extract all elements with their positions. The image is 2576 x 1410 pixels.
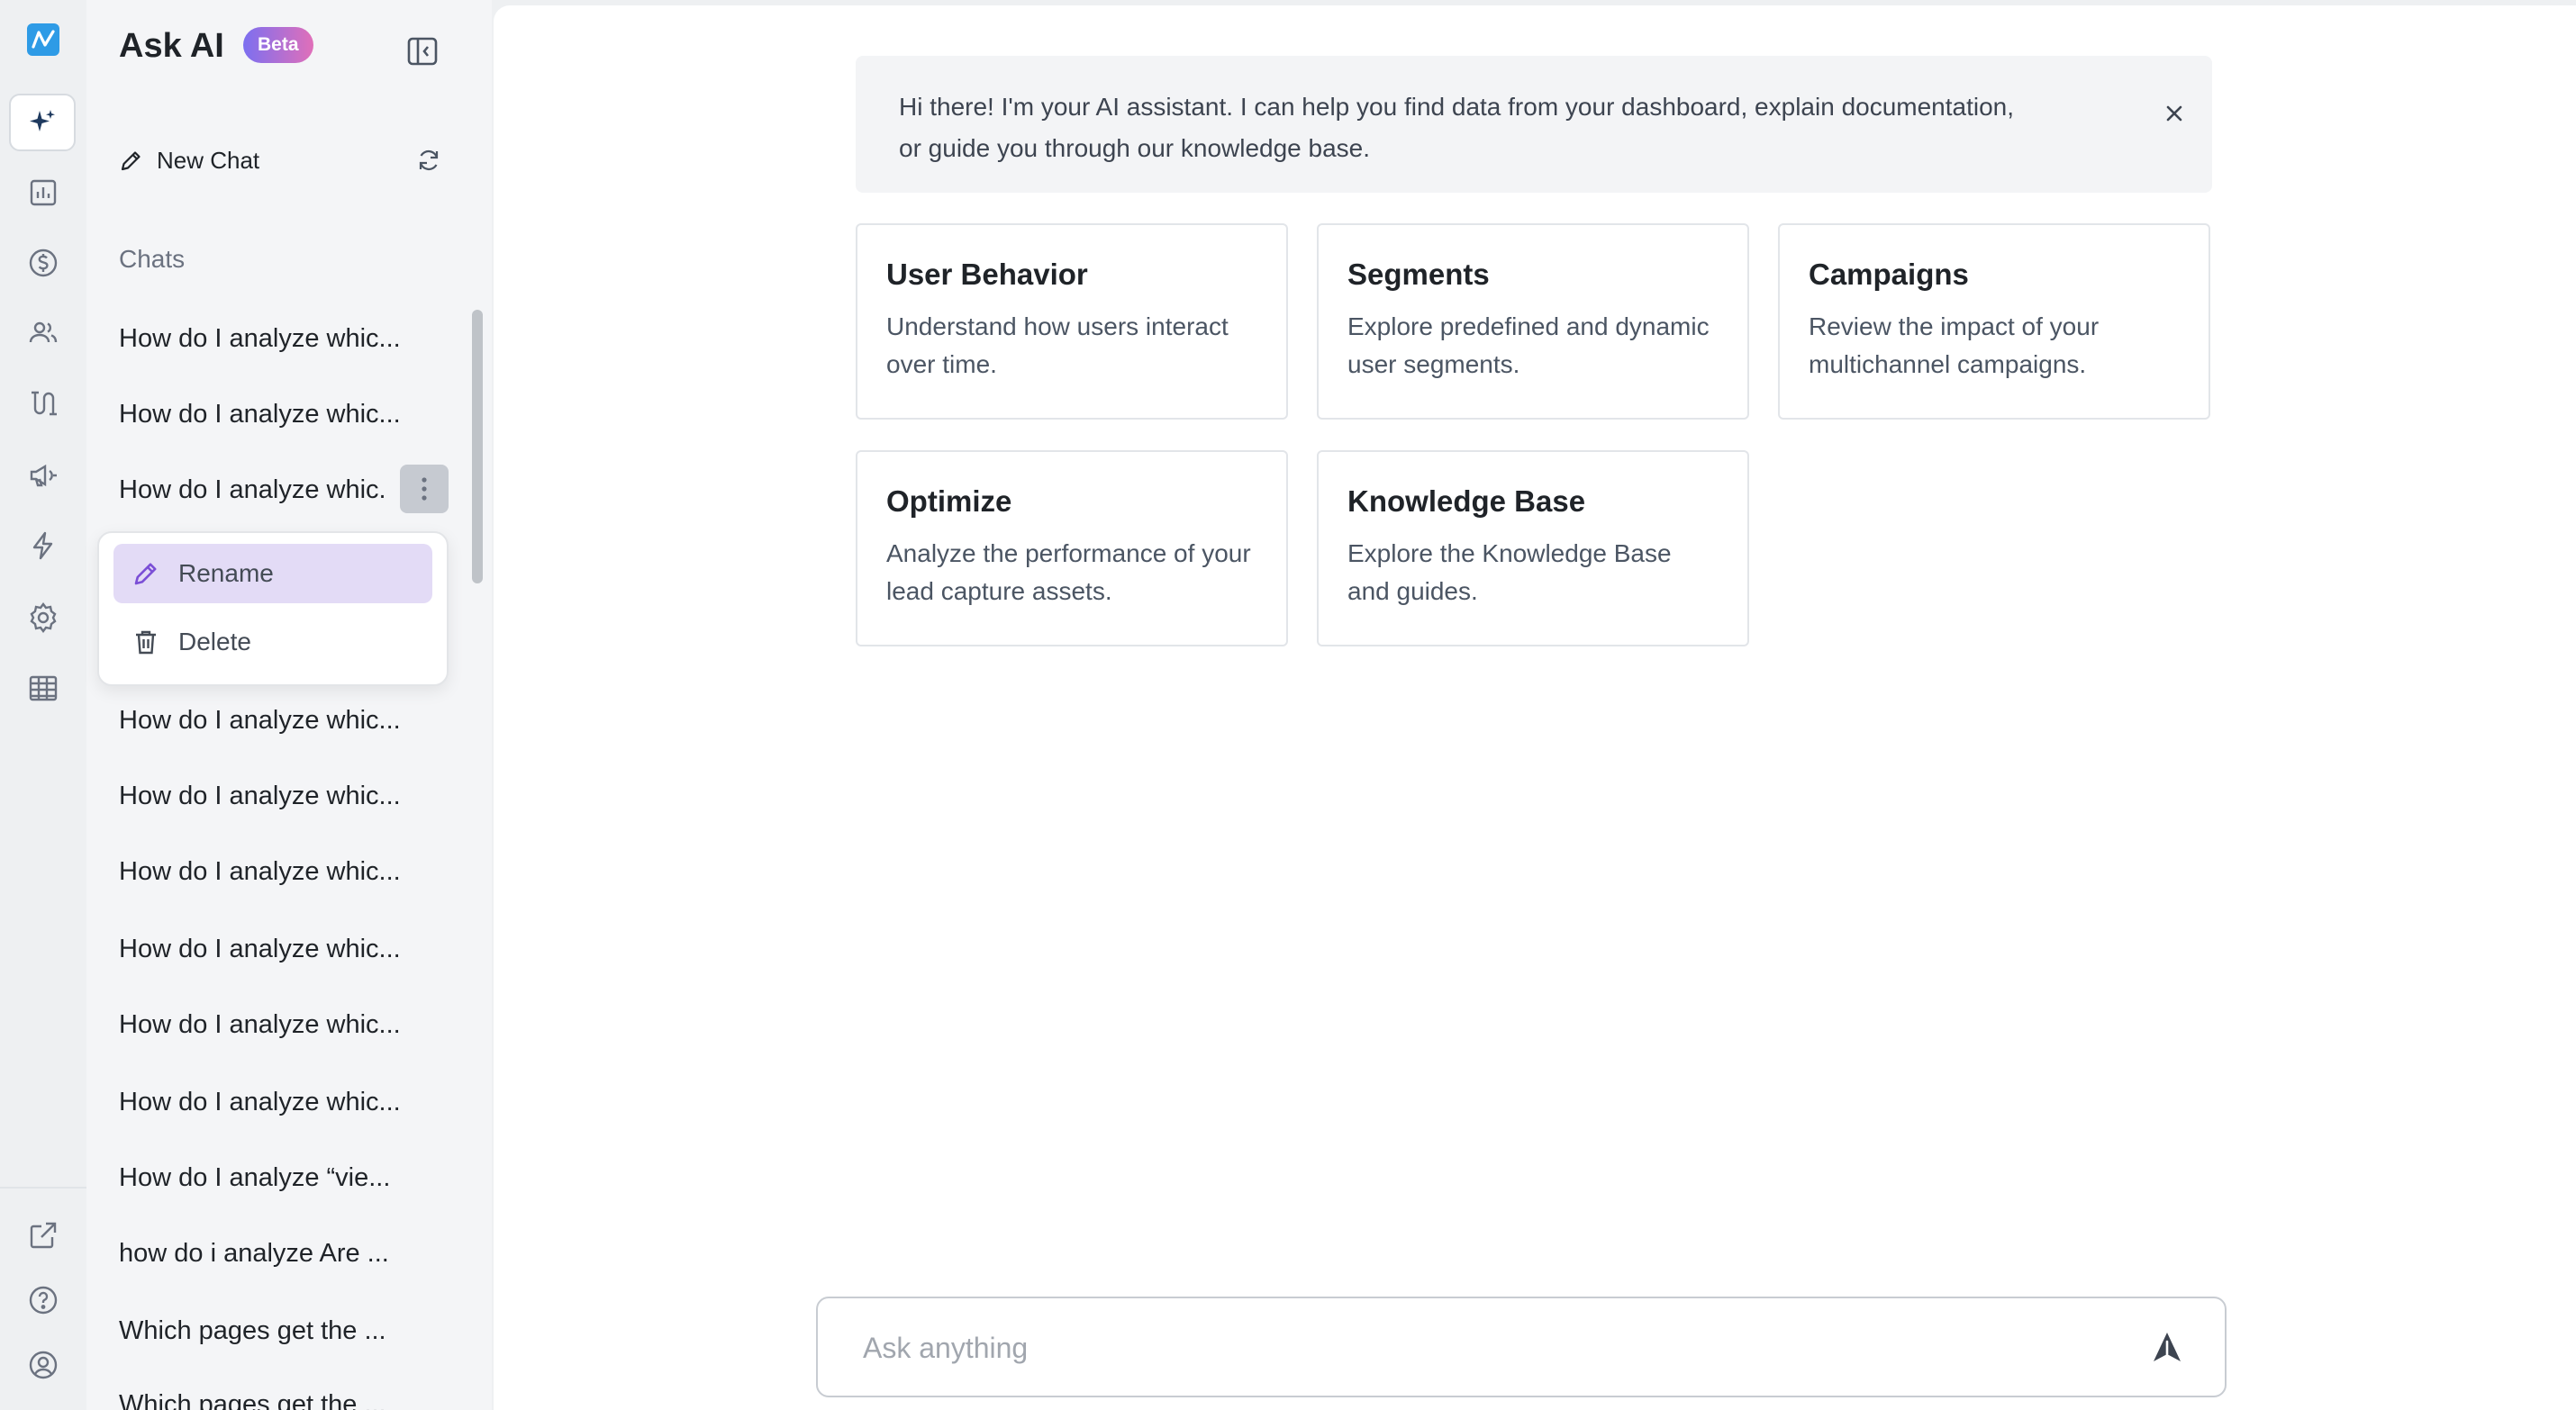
users-icon[interactable] xyxy=(22,312,65,355)
logo-icon[interactable] xyxy=(22,18,65,61)
suggestion-card-knowledge-base[interactable]: Knowledge Base Explore the Knowledge Bas… xyxy=(1317,450,1749,646)
beta-badge: Beta xyxy=(243,27,313,63)
icon-rail xyxy=(0,0,86,1410)
chat-item[interactable]: How do I analyze “vie... xyxy=(119,1158,425,1198)
card-description: Review the impact of your multichannel c… xyxy=(1809,312,2100,378)
chat-item[interactable]: How do I analyze whic... xyxy=(119,319,425,358)
card-description: Explore the Knowledge Base and guides. xyxy=(1347,539,1672,605)
suggestion-card-user-behavior[interactable]: User Behavior Understand how users inter… xyxy=(856,223,1288,420)
welcome-text: Hi there! I'm your AI assistant. I can h… xyxy=(899,93,2015,162)
chat-sidebar: Ask AI Beta New Chat Chats How do I anal… xyxy=(86,0,492,1410)
card-title: Optimize xyxy=(886,484,1012,518)
sparkle-icon[interactable] xyxy=(9,94,76,151)
rename-menu-item[interactable]: Rename xyxy=(113,544,432,603)
send-button[interactable] xyxy=(2149,1329,2185,1365)
welcome-banner: Hi there! I'm your AI assistant. I can h… xyxy=(856,56,2212,193)
chat-input-box xyxy=(816,1297,2227,1397)
journey-icon[interactable] xyxy=(22,382,65,425)
chat-item[interactable]: How do I analyze whic... xyxy=(119,700,425,740)
chats-section-label: Chats xyxy=(119,245,186,273)
chat-options-button[interactable] xyxy=(400,465,449,513)
pencil-icon xyxy=(121,151,141,171)
new-chat-label: New Chat xyxy=(157,146,260,174)
app-title: Ask AI xyxy=(119,27,224,65)
suggestion-card-optimize[interactable]: Optimize Analyze the performance of your… xyxy=(856,450,1288,646)
chat-item[interactable]: How do I analyze whic... xyxy=(119,1082,425,1122)
card-title: Knowledge Base xyxy=(1347,484,1586,518)
bar-chart-icon[interactable] xyxy=(22,171,65,214)
card-description: Analyze the performance of your lead cap… xyxy=(886,539,1251,605)
trash-icon xyxy=(136,630,156,655)
help-icon[interactable] xyxy=(22,1279,65,1322)
chat-context-menu: Rename Delete xyxy=(97,531,449,686)
rename-label: Rename xyxy=(178,559,274,587)
send-icon xyxy=(2154,1333,2181,1361)
chat-item[interactable]: Which pages get the ... xyxy=(119,1311,425,1351)
card-title: Campaigns xyxy=(1809,258,1969,291)
chat-item[interactable]: How do I analyze whic... xyxy=(119,394,425,434)
delete-label: Delete xyxy=(178,628,251,655)
refresh-icon xyxy=(419,149,439,171)
card-title: Segments xyxy=(1347,258,1490,291)
rail-divider xyxy=(0,1187,86,1189)
external-link-icon[interactable] xyxy=(22,1214,65,1257)
gear-icon[interactable] xyxy=(22,596,65,639)
close-banner-button[interactable] xyxy=(2160,99,2189,128)
card-description: Understand how users interact over time. xyxy=(886,312,1229,378)
dollar-icon[interactable] xyxy=(22,241,65,285)
user-circle-icon[interactable] xyxy=(22,1343,65,1387)
chat-item[interactable]: How do I analyze whic... xyxy=(119,852,425,891)
main-panel: Hi there! I'm your AI assistant. I can h… xyxy=(494,5,2576,1410)
suggestion-card-campaigns[interactable]: Campaigns Review the impact of your mult… xyxy=(1778,223,2210,420)
lightning-icon[interactable] xyxy=(22,524,65,567)
collapse-sidebar-button[interactable] xyxy=(405,34,440,68)
chat-item[interactable]: Which pages get the ... xyxy=(119,1385,425,1410)
suggestion-card-segments[interactable]: Segments Explore predefined and dynamic … xyxy=(1317,223,1749,420)
chat-item[interactable]: How do I analyze whic... xyxy=(119,929,425,969)
pencil-icon xyxy=(134,563,157,585)
sidebar-collapse-icon xyxy=(407,37,438,66)
building-icon[interactable] xyxy=(22,666,65,710)
card-description: Explore predefined and dynamic user segm… xyxy=(1347,312,1710,378)
refresh-button[interactable] xyxy=(416,148,441,173)
card-title: User Behavior xyxy=(886,258,1088,291)
close-icon xyxy=(2166,105,2182,122)
chat-item-active[interactable]: How do I analyze whic. xyxy=(119,470,389,510)
sidebar-scrollbar[interactable] xyxy=(472,310,483,583)
delete-menu-item[interactable]: Delete xyxy=(113,612,432,672)
new-chat-button[interactable]: New Chat xyxy=(119,140,259,180)
chat-item[interactable]: how do i analyze Are ... xyxy=(119,1234,425,1273)
megaphone-icon[interactable] xyxy=(22,454,65,497)
chat-item[interactable]: How do I analyze whic... xyxy=(119,776,425,816)
more-vertical-icon xyxy=(422,477,427,501)
ask-input[interactable] xyxy=(861,1298,2108,1397)
chat-item[interactable]: How do I analyze whic... xyxy=(119,1005,425,1044)
